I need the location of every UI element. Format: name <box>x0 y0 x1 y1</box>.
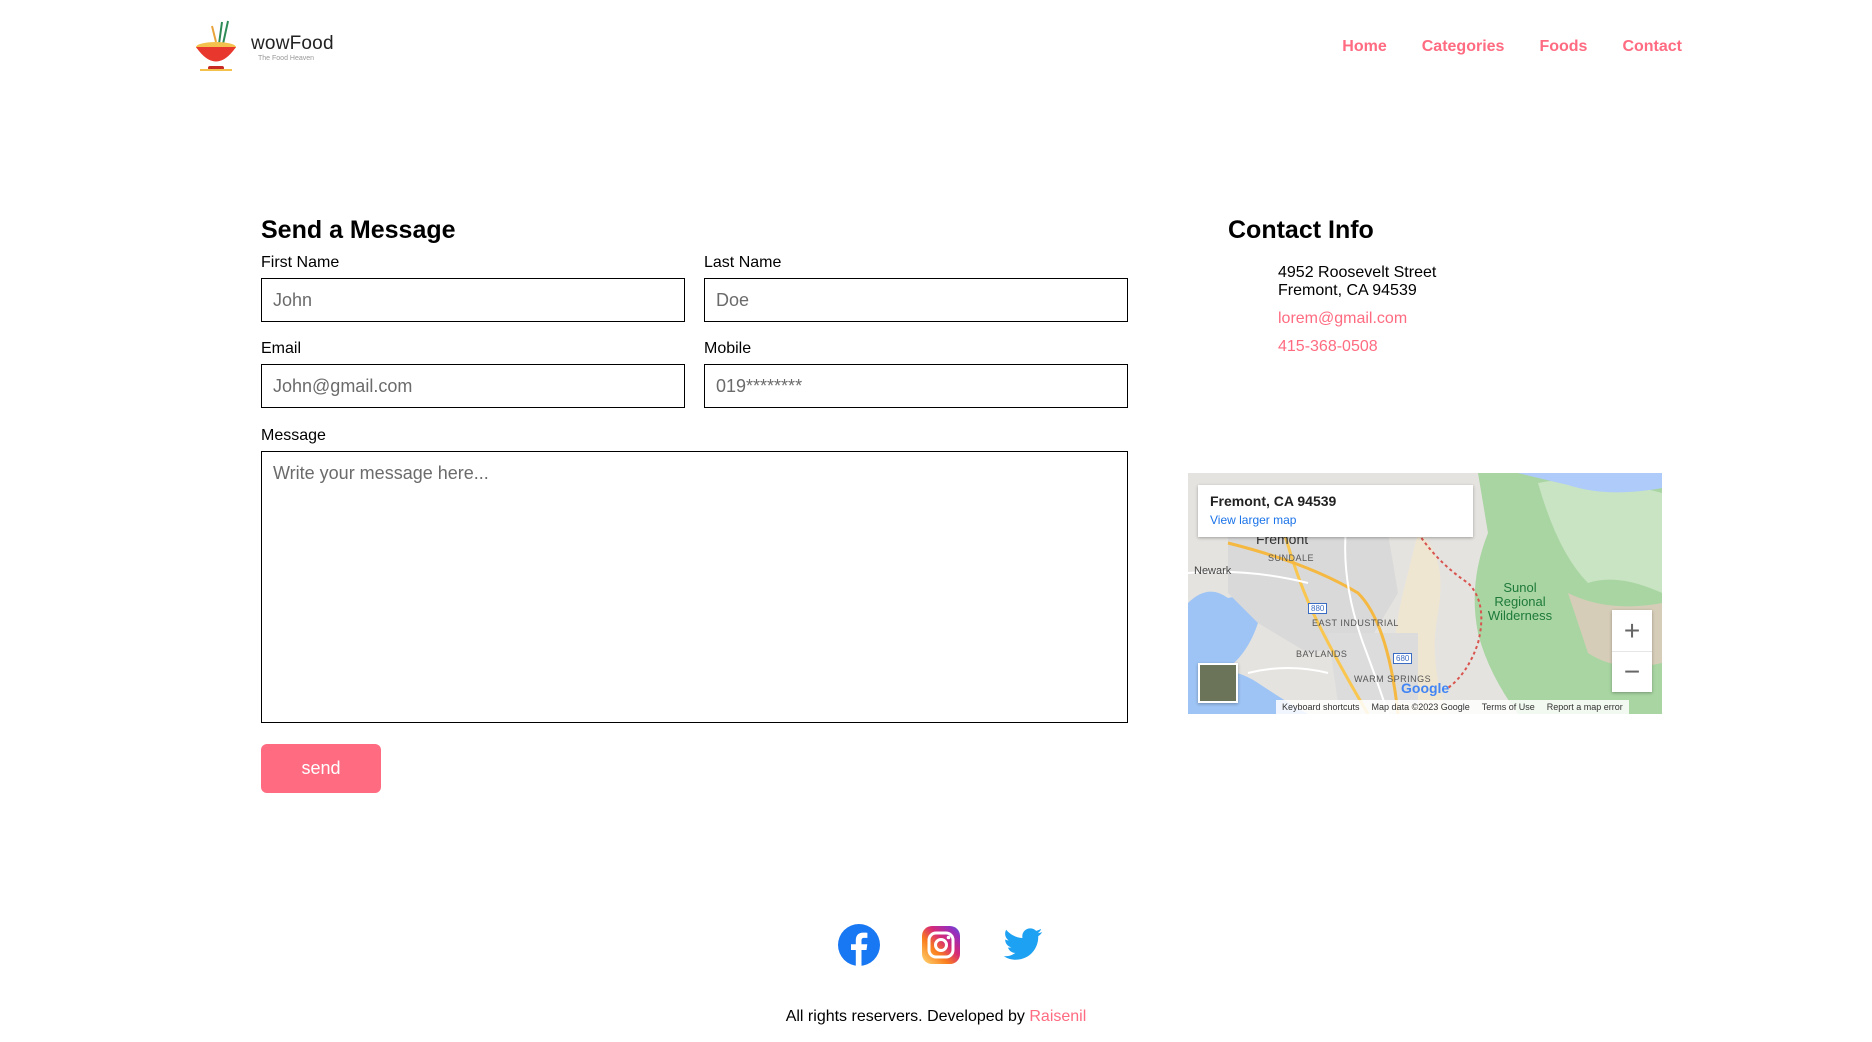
address-line-1: 4952 Roosevelt Street <box>1278 264 1437 281</box>
google-logo: Google <box>1401 680 1450 696</box>
map-footer: Keyboard shortcuts Map data ©2023 Google… <box>1276 700 1629 714</box>
contact-title: Contact Info <box>1228 216 1374 244</box>
logo[interactable]: wowFood The Food Heaven <box>192 18 352 74</box>
map-place-title: Fremont, CA 94539 <box>1210 493 1337 509</box>
last-name-label: Last Name <box>704 254 782 271</box>
first-name-label: First Name <box>261 254 340 271</box>
email-label: Email <box>261 340 302 357</box>
keyboard-shortcuts-link[interactable]: Keyboard shortcuts <box>1282 702 1360 712</box>
report-map-error-link[interactable]: Report a map error <box>1547 702 1623 712</box>
zoom-in-button[interactable]: + <box>1612 610 1652 651</box>
food-bowl-icon <box>196 20 236 71</box>
view-larger-map-link[interactable]: View larger map <box>1210 513 1461 527</box>
instagram-icon <box>922 926 960 964</box>
brand-name: wowFood <box>251 33 334 54</box>
plus-icon: + <box>1623 614 1641 646</box>
contact-phone-link[interactable]: 415-368-0508 <box>1278 338 1378 356</box>
map-zoom-controls: + − <box>1612 610 1652 692</box>
developer-link[interactable]: Raisenil <box>1029 1008 1086 1025</box>
map-label-sunol: Sunol Regional Wilderness <box>1487 580 1553 623</box>
twitter-icon <box>1003 928 1043 960</box>
main-nav: Home Categories Foods Contact <box>1342 38 1682 56</box>
send-button[interactable]: send <box>261 744 381 793</box>
terms-of-use-link[interactable]: Terms of Use <box>1482 702 1535 712</box>
header: wowFood The Food Heaven Home Categories … <box>0 0 1872 100</box>
minus-icon: − <box>1623 656 1641 687</box>
form-title: Send a Message <box>261 216 456 244</box>
map-label-baylands: BAYLANDS <box>1296 649 1348 659</box>
footer-text: All rights reservers. Developed by <box>785 1008 1025 1025</box>
instagram-link[interactable] <box>920 924 962 966</box>
mobile-label: Mobile <box>704 340 752 357</box>
map-data-text: Map data ©2023 Google <box>1371 702 1470 712</box>
mobile-input[interactable] <box>704 364 1128 408</box>
nav-categories[interactable]: Categories <box>1422 38 1505 56</box>
zoom-out-button[interactable]: − <box>1612 651 1652 692</box>
message-label: Message <box>261 427 326 444</box>
map-label-newark: Newark <box>1194 565 1232 577</box>
hwy-880-shield: 880 <box>1308 603 1328 614</box>
nav-home[interactable]: Home <box>1342 38 1386 56</box>
brand-tagline: The Food Heaven <box>258 55 315 62</box>
hwy-680-shield: 680 <box>1393 653 1413 664</box>
map-label-sundale: SUNDALE <box>1268 553 1315 563</box>
message-textarea[interactable] <box>261 451 1128 723</box>
facebook-icon <box>838 924 880 966</box>
first-name-input[interactable] <box>261 278 685 322</box>
nav-foods[interactable]: Foods <box>1539 38 1587 56</box>
nav-contact[interactable]: Contact <box>1622 38 1682 56</box>
address-line-2: Fremont, CA 94539 <box>1278 282 1417 299</box>
map-info-card: Fremont, CA 94539 View larger map <box>1198 485 1473 537</box>
map-label-east-industrial: EAST INDUSTRIAL <box>1312 618 1399 628</box>
last-name-input[interactable] <box>704 278 1128 322</box>
satellite-toggle[interactable] <box>1198 663 1238 703</box>
footer-copyright: All rights reservers. Developed by Raise… <box>0 1008 1872 1026</box>
facebook-link[interactable] <box>838 924 880 966</box>
map-embed[interactable]: Fremont SUNDALE Newark EAST INDUSTRIAL B… <box>1188 473 1662 714</box>
contact-email-link[interactable]: lorem@gmail.com <box>1278 310 1407 328</box>
email-input[interactable] <box>261 364 685 408</box>
twitter-link[interactable] <box>1002 924 1044 966</box>
